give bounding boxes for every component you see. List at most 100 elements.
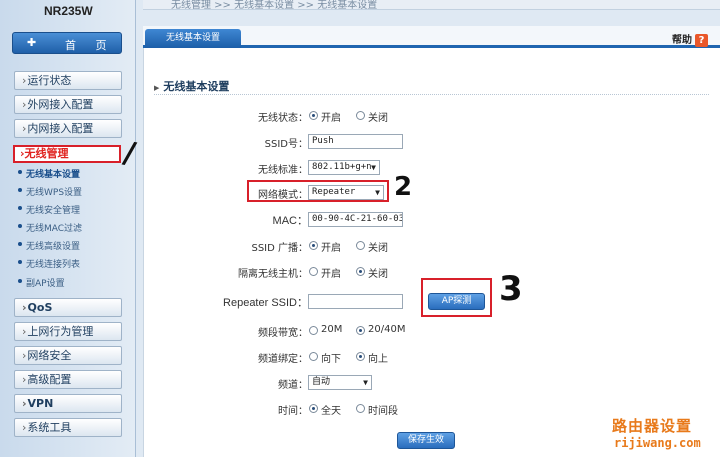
field-label: Repeater SSID： — [223, 297, 308, 309]
chevron-right-icon: › — [22, 301, 27, 314]
select-value: 自动 — [312, 377, 331, 387]
submenu-wireless-basic[interactable]: 无线基本设置 — [18, 167, 81, 180]
field-label: SSID号： — [264, 139, 308, 150]
save-button[interactable]: 保存生效 — [397, 432, 455, 449]
field-label: 频道： — [278, 380, 308, 391]
row-channel-bind: 频道绑定： 向下 向上 — [144, 348, 720, 366]
submenu-wireless-clients[interactable]: 无线连接列表 — [18, 257, 80, 270]
sidebar-item-vpn[interactable]: ›VPN — [14, 394, 122, 413]
chevron-down-icon: ▼ — [363, 378, 368, 387]
sidebar-item-security[interactable]: ›网络安全 — [14, 346, 122, 365]
wireless-on-radio[interactable] — [309, 111, 318, 120]
section-title-text: 无线基本设置 — [163, 80, 230, 93]
annotation-three: 3 — [499, 269, 523, 309]
row-bandwidth: 频段带宽： 20M 20/40M — [144, 322, 720, 340]
radio-label: 开启 — [321, 269, 341, 280]
radio-label: 关闭 — [368, 113, 388, 124]
sidebar-item-label: 外网接入配置 — [27, 98, 94, 111]
chevron-right-icon: › — [22, 397, 27, 410]
chevron-right-icon: › — [22, 373, 27, 386]
sidebar-item-qos[interactable]: ›QoS — [14, 298, 122, 317]
sidebar-item-wireless[interactable]: ›无线管理 — [13, 145, 121, 163]
chevron-right-icon: › — [22, 349, 27, 362]
radio-label: 20M — [321, 324, 343, 335]
divider — [154, 94, 709, 95]
time-period-radio[interactable] — [356, 404, 365, 413]
isolation-off-radio[interactable] — [356, 267, 365, 276]
sidebar-item-label: 运行状态 — [27, 74, 72, 87]
tab-bar: 无线基本设置 帮助? — [143, 26, 720, 48]
sidebar-item-label: 网络安全 — [27, 349, 72, 362]
submenu-wireless-advanced[interactable]: 无线高级设置 — [18, 239, 80, 252]
wireless-off-radio[interactable] — [356, 111, 365, 120]
mac-input[interactable]: 00-90-4C-21-60-03 — [308, 212, 403, 227]
ssid-input[interactable]: Push — [308, 134, 403, 149]
network-mode-select[interactable]: Repeater ▼ — [308, 185, 384, 200]
standard-select[interactable]: 802.11b+g+n ▼ — [308, 160, 380, 175]
triangle-right-icon: ▶ — [154, 84, 160, 92]
section-title: ▶ 无线基本设置 — [154, 78, 229, 94]
sidebar-item-status[interactable]: ›运行状态 — [14, 71, 122, 90]
bullet-icon — [18, 224, 22, 228]
home-button[interactable]: ✚ 首 页 — [12, 32, 122, 54]
row-ssid-broadcast: SSID 广播： 开启 关闭 — [144, 237, 720, 255]
sidebar-item-label: VPN — [27, 397, 54, 410]
sidebar-item-label: 高级配置 — [27, 373, 72, 386]
select-value: Repeater — [312, 187, 356, 197]
sidebar-item-label: 无线管理 — [24, 147, 69, 160]
submenu-wireless-wps[interactable]: 无线WPS设置 — [18, 185, 83, 198]
repeater-ssid-input[interactable] — [308, 294, 403, 309]
chevron-down-icon: ▼ — [371, 163, 376, 172]
tab-wireless-basic[interactable]: 无线基本设置 — [145, 29, 241, 48]
radio-label: 关闭 — [368, 243, 388, 254]
submenu-label: 无线基本设置 — [26, 170, 81, 180]
radio-label: 时间段 — [368, 406, 398, 417]
help-link[interactable]: 帮助? — [672, 31, 708, 47]
sidebar-item-label: 上网行为管理 — [27, 325, 94, 338]
sidebar-item-advanced[interactable]: ›高级配置 — [14, 370, 122, 389]
bullet-icon — [18, 170, 22, 174]
ap-scan-button[interactable]: AP探测 — [428, 293, 485, 310]
sidebar-item-wan[interactable]: ›外网接入配置 — [14, 95, 122, 114]
sidebar-item-lan[interactable]: ›内网接入配置 — [14, 119, 122, 138]
breadcrumb-bar: 无线管理 >> 无线基本设置 >> 无线基本设置 — [143, 0, 720, 11]
time-allday-radio[interactable] — [309, 404, 318, 413]
submenu-label: 副AP设置 — [26, 279, 65, 289]
field-label: MAC： — [272, 215, 308, 227]
submenu-label: 无线WPS设置 — [26, 188, 83, 198]
annotation-two: 2 — [394, 172, 413, 202]
bind-down-radio[interactable] — [309, 352, 318, 361]
bandwidth-20m-radio[interactable] — [309, 326, 318, 335]
radio-label: 开启 — [321, 243, 341, 254]
chevron-right-icon: › — [22, 74, 27, 87]
broadcast-on-radio[interactable] — [309, 241, 318, 250]
field-label: 频段带宽： — [258, 328, 308, 339]
bullet-icon — [18, 206, 22, 210]
chevron-right-icon: › — [22, 421, 27, 434]
bind-up-radio[interactable] — [356, 352, 365, 361]
watermark: 路由器设置 rijiwang.com — [604, 413, 720, 457]
chevron-right-icon: › — [22, 98, 27, 111]
row-mac: MAC： 00-90-4C-21-60-03 — [144, 211, 720, 229]
row-standard: 无线标准： 802.11b+g+n ▼ — [144, 159, 720, 177]
bandwidth-2040m-radio[interactable] — [356, 326, 365, 335]
watermark-line1: 路由器设置 — [612, 417, 693, 435]
submenu-sub-ap[interactable]: 副AP设置 — [18, 276, 65, 289]
sidebar-item-behavior[interactable]: ›上网行为管理 — [14, 322, 122, 341]
home-button-label: 首 页 — [65, 39, 115, 52]
bullet-icon — [18, 279, 22, 283]
sidebar-item-label: 内网接入配置 — [27, 122, 94, 135]
settings-panel: ▶ 无线基本设置 无线状态： 开启 关闭 SSID号： Push 无线标准： 80… — [143, 48, 720, 457]
sidebar-item-label: 系统工具 — [27, 421, 72, 434]
watermark-line2: rijiwang.com — [614, 436, 701, 450]
submenu-wireless-mac[interactable]: 无线MAC过滤 — [18, 221, 82, 234]
submenu-wireless-security[interactable]: 无线安全管理 — [18, 203, 80, 216]
sidebar-item-tools[interactable]: ›系统工具 — [14, 418, 122, 437]
field-label: 无线标准： — [258, 165, 308, 176]
channel-select[interactable]: 自动 ▼ — [308, 375, 372, 390]
broadcast-off-radio[interactable] — [356, 241, 365, 250]
radio-label: 向上 — [368, 354, 388, 365]
breadcrumb: 无线管理 >> 无线基本设置 >> 无线基本设置 — [171, 0, 378, 11]
bullet-icon — [18, 242, 22, 246]
isolation-on-radio[interactable] — [309, 267, 318, 276]
